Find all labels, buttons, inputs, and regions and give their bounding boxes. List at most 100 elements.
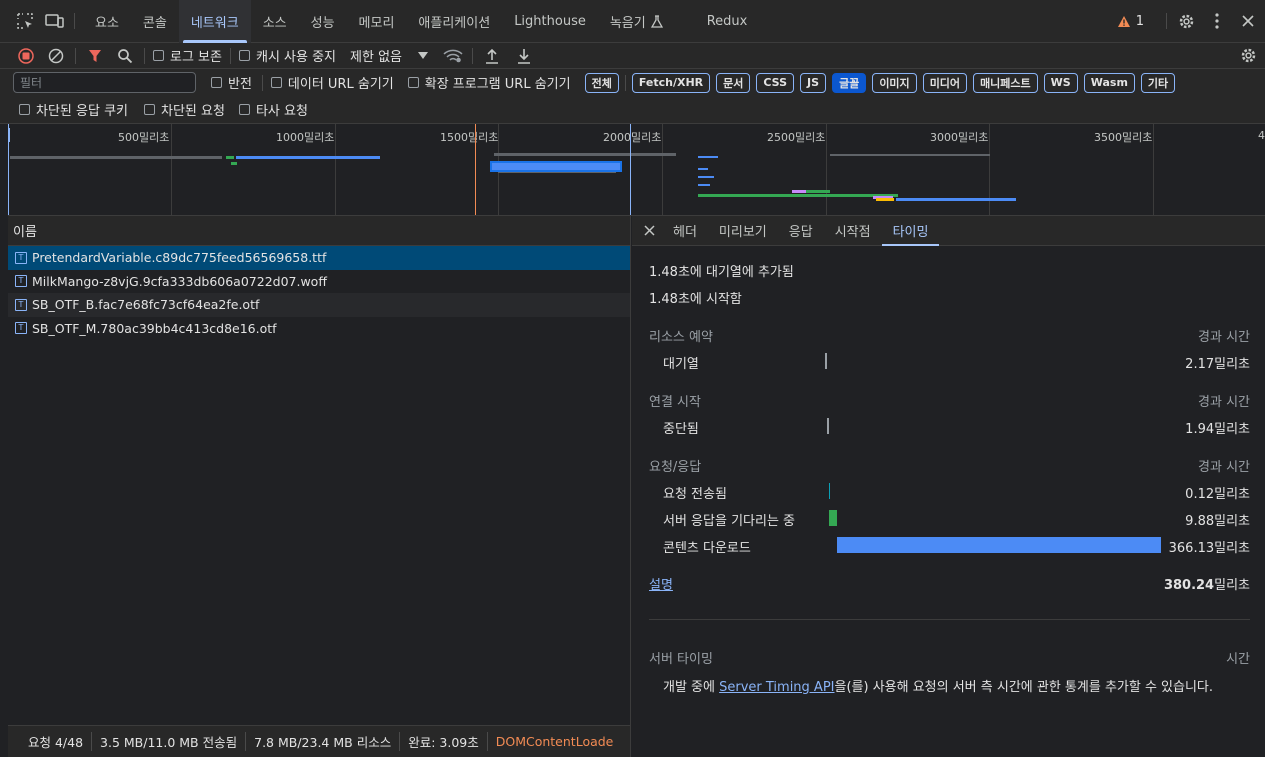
network-overview-timeline[interactable]: 500밀리초 1000밀리초 1500밀리초 2000밀리초 2500밀리초 3… xyxy=(8,124,1265,216)
network-conditions-wifi-icon[interactable] xyxy=(442,45,464,67)
settings-gear-icon[interactable] xyxy=(1175,10,1197,32)
overview-bar xyxy=(806,190,830,193)
filter-input[interactable] xyxy=(13,72,196,93)
filter-bar: 반전 데이터 URL 숨기기 확장 프로그램 URL 숨기기 전체 Fetch/… xyxy=(0,69,1265,96)
preserve-log-checkbox[interactable]: 로그 보존 xyxy=(153,46,222,65)
type-filter-media[interactable]: 미디어 xyxy=(922,72,968,93)
tab-memory[interactable]: 메모리 xyxy=(347,0,407,43)
tick-label: 3500밀리초 xyxy=(1094,131,1153,144)
window-end-line xyxy=(630,124,631,215)
type-filter-manifest[interactable]: 매니페스트 xyxy=(973,72,1038,93)
hide-extension-urls-checkbox[interactable]: 확장 프로그램 URL 숨기기 xyxy=(407,73,585,92)
table-row[interactable]: T SB_OTF_M.780ac39bb4c413cd8e16.otf xyxy=(8,317,630,341)
warning-icon[interactable] xyxy=(1117,15,1131,28)
export-har-download-icon[interactable] xyxy=(513,45,535,67)
timing-bar xyxy=(828,483,830,499)
name-column-header[interactable]: 이름 xyxy=(8,216,630,246)
request-name: PretendardVariable.c89dc775feed56569658.… xyxy=(32,250,327,266)
overview-bar xyxy=(494,153,676,156)
divider xyxy=(649,619,1250,620)
tab-preview[interactable]: 미리보기 xyxy=(708,216,778,246)
tab-application[interactable]: 애플리케이션 xyxy=(406,0,502,43)
tab-response[interactable]: 응답 xyxy=(778,216,824,246)
clear-icon[interactable] xyxy=(45,45,67,67)
table-row[interactable]: T PretendardVariable.c89dc775feed5656965… xyxy=(8,246,630,270)
tab-lighthouse[interactable]: Lighthouse xyxy=(502,0,598,43)
timing-row-content-download: 콘텐츠 다운로드 366.13밀리초 xyxy=(663,535,1250,556)
tab-initiator[interactable]: 시작점 xyxy=(824,216,882,246)
total-time-value: 380.24 xyxy=(1163,578,1215,593)
checkbox-box xyxy=(19,104,30,115)
checkbox-box xyxy=(270,77,282,88)
tab-elements[interactable]: 요소 xyxy=(83,0,131,43)
table-row[interactable]: T MilkMango-z8vjG.9cfa333db606a0722d07.w… xyxy=(8,270,630,294)
blocked-cookies-label: 차단된 응답 쿠키 xyxy=(36,104,128,119)
third-party-checkbox[interactable]: 타사 요청 xyxy=(238,100,322,119)
search-icon[interactable] xyxy=(114,45,136,67)
third-party-label: 타사 요청 xyxy=(255,104,308,119)
explanation-link[interactable]: 설명 xyxy=(649,574,673,593)
flask-icon xyxy=(650,14,663,28)
timing-value: 9.88밀리초 xyxy=(1185,514,1250,529)
type-filter-fetch-xhr[interactable]: Fetch/XHR xyxy=(631,72,711,93)
tab-performance[interactable]: 성능 xyxy=(299,0,347,43)
preserve-log-label: 로그 보존 xyxy=(170,50,222,65)
timing-label: 서버 응답을 기다리는 중 xyxy=(663,514,795,529)
gridline xyxy=(1153,124,1154,215)
type-filter-css[interactable]: CSS xyxy=(756,72,795,93)
disable-cache-checkbox[interactable]: 캐시 사용 중지 xyxy=(238,46,337,65)
tab-redux[interactable]: Redux xyxy=(695,0,760,43)
blocked-requests-label: 차단된 요청 xyxy=(161,104,225,119)
server-timing-api-link[interactable]: Server Timing API xyxy=(719,680,834,695)
divider xyxy=(229,47,231,64)
type-filter-all[interactable]: 전체 xyxy=(584,72,619,93)
type-filter-ws[interactable]: WS xyxy=(1043,72,1078,93)
resources-size: 7.8 MB/23.4 MB 리소스 xyxy=(246,732,401,751)
resource-type-filters: 전체 Fetch/XHR 문서 CSS JS 글꼴 이미지 미디어 매니페스트 … xyxy=(584,72,1182,93)
inspect-element-icon[interactable] xyxy=(14,10,36,32)
hide-data-urls-checkbox[interactable]: 데이터 URL 숨기기 xyxy=(270,73,408,92)
divider xyxy=(144,47,145,64)
stop-recording-icon[interactable] xyxy=(15,45,37,67)
more-options-icon[interactable] xyxy=(1206,10,1228,32)
checkbox-box xyxy=(238,104,250,115)
tab-network[interactable]: 네트워크 xyxy=(178,0,251,43)
request-name: MilkMango-z8vjG.9cfa333db606a0722d07.wof… xyxy=(32,273,327,289)
close-details-icon[interactable] xyxy=(638,220,660,242)
throttling-value: 제한 없음 xyxy=(350,50,402,65)
timing-bar xyxy=(837,537,1161,553)
warning-count: 1 xyxy=(1135,13,1144,29)
device-toolbar-icon[interactable] xyxy=(44,10,66,32)
blocked-requests-checkbox[interactable]: 차단된 요청 xyxy=(144,100,239,119)
tick-label: 2500밀리초 xyxy=(767,131,826,144)
invert-checkbox[interactable]: 반전 xyxy=(211,73,266,92)
close-devtools-icon[interactable] xyxy=(1237,10,1259,32)
import-har-upload-icon[interactable] xyxy=(481,45,503,67)
type-filter-wasm[interactable]: Wasm xyxy=(1083,72,1135,93)
timing-label: 콘텐츠 다운로드 xyxy=(663,541,751,556)
overview-bar xyxy=(498,172,616,173)
type-filter-other[interactable]: 기타 xyxy=(1140,72,1176,93)
gridline xyxy=(662,124,663,215)
table-row[interactable]: T SB_OTF_B.fac7e68fc73cf64ea2fe.otf xyxy=(8,293,630,317)
type-filter-font[interactable]: 글꼴 xyxy=(832,72,867,93)
tab-console[interactable]: 콘솔 xyxy=(131,0,179,43)
blocked-cookies-checkbox[interactable]: 차단된 응답 쿠키 xyxy=(19,100,142,119)
type-filter-doc[interactable]: 문서 xyxy=(716,72,751,93)
type-filter-js[interactable]: JS xyxy=(800,72,827,93)
tab-headers[interactable]: 헤더 xyxy=(662,216,708,246)
dom-content-loaded-time: DOMContentLoade xyxy=(495,734,614,749)
type-filter-img[interactable]: 이미지 xyxy=(872,72,917,93)
overview-bar xyxy=(226,156,234,159)
tab-sources[interactable]: 소스 xyxy=(251,0,299,43)
timing-value: 0.12밀리초 xyxy=(1185,487,1250,502)
tab-recorder[interactable]: 녹음기 xyxy=(598,0,675,43)
overview-bar xyxy=(876,198,894,201)
throttling-select[interactable]: 제한 없음 xyxy=(350,46,428,65)
network-settings-gear-icon[interactable] xyxy=(1237,45,1259,67)
filter-funnel-icon[interactable] xyxy=(84,45,106,67)
tab-timing[interactable]: 타이밍 xyxy=(881,216,940,246)
timing-row-queueing: 대기열 2.17밀리초 xyxy=(663,351,1250,372)
disable-cache-label: 캐시 사용 중지 xyxy=(255,50,337,65)
request-count: 요청 4/48 xyxy=(20,732,93,751)
